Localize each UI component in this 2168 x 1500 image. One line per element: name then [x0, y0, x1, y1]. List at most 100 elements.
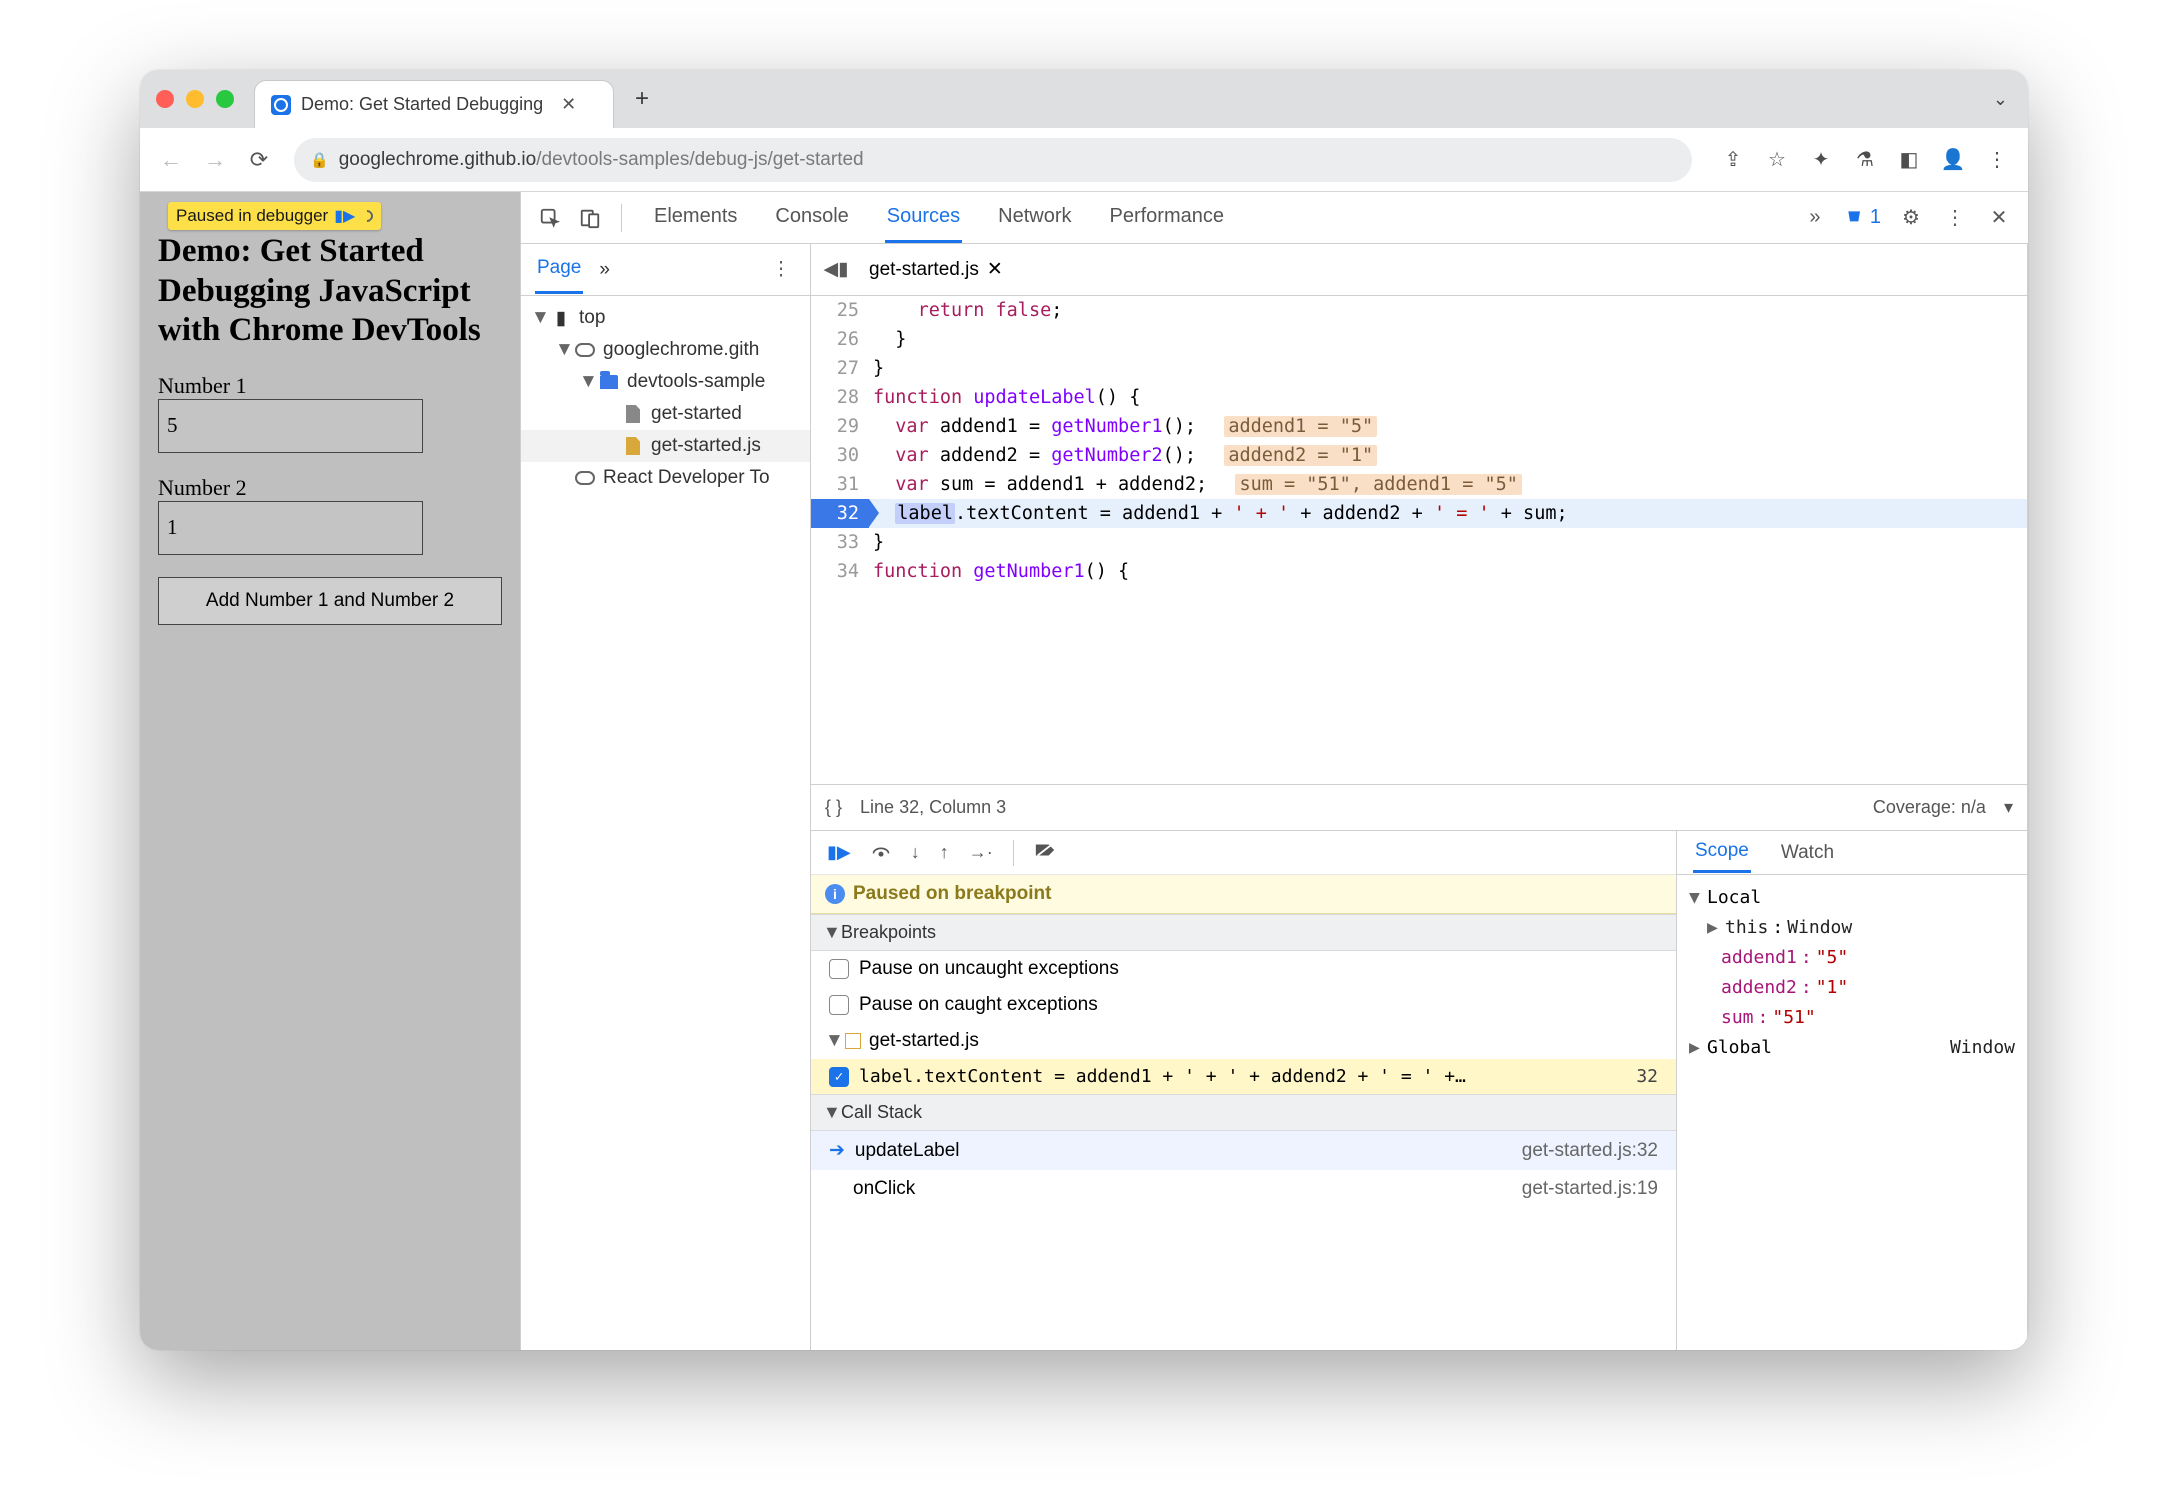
scope-variable[interactable]: sum: "51"	[1689, 1003, 2015, 1033]
minimize-window-button[interactable]	[186, 90, 204, 108]
tree-item[interactable]: get-started.js	[521, 430, 810, 462]
overlay-step-icon[interactable]	[359, 208, 376, 225]
toggle-navigator-icon[interactable]: ◀▮	[821, 255, 851, 285]
deactivate-breakpoints-button[interactable]	[1034, 842, 1056, 863]
breakpoint-entry[interactable]: ✓label.textContent = addend1 + ' + ' + a…	[811, 1059, 1676, 1094]
profile-icon[interactable]: 👤	[1934, 141, 1972, 179]
bookmark-icon[interactable]: ☆	[1758, 141, 1796, 179]
code-line[interactable]: 31 var sum = addend1 + addend2; sum = "5…	[811, 470, 2027, 499]
issues-badge[interactable]: 1	[1844, 205, 1882, 230]
devtools-tab-sources[interactable]: Sources	[885, 193, 962, 243]
new-tab-button[interactable]: +	[622, 79, 662, 119]
folder-icon	[599, 372, 619, 392]
step-over-button[interactable]	[871, 842, 891, 863]
code-line[interactable]: 34function getNumber1() {	[811, 557, 2027, 586]
code-line[interactable]: 32 label.textContent = addend1 + ' + ' +…	[811, 499, 2027, 528]
scope-global-header[interactable]: ▶GlobalWindow	[1689, 1033, 2015, 1063]
step-out-button[interactable]: ↑	[940, 842, 949, 863]
pretty-print-icon[interactable]: { }	[825, 797, 842, 818]
number2-input[interactable]	[158, 501, 423, 555]
paused-overlay: Paused in debugger ▮▶	[168, 202, 381, 230]
address-bar[interactable]: 🔒 googlechrome.github.io/devtools-sample…	[294, 138, 1692, 182]
breakpoints-section-header[interactable]: ▼Breakpoints	[811, 914, 1676, 951]
scope-local-header[interactable]: ▼Local	[1689, 883, 2015, 913]
devtools-tab-network[interactable]: Network	[996, 193, 1073, 243]
close-tab-icon[interactable]: ✕	[561, 94, 576, 115]
paused-reason-bar: i Paused on breakpoint	[811, 875, 1676, 914]
code-line[interactable]: 30 var addend2 = getNumber2(); addend2 =…	[811, 441, 2027, 470]
call-stack-frame[interactable]: ➔updateLabelget-started.js:32	[811, 1131, 1676, 1170]
window-controls	[156, 90, 234, 108]
devtools-tab-console[interactable]: Console	[773, 193, 850, 243]
add-button[interactable]: Add Number 1 and Number 2	[158, 577, 502, 625]
editor-tab[interactable]: get-started.js ✕	[863, 254, 1009, 285]
close-devtools-icon[interactable]: ✕	[1984, 203, 2014, 233]
extensions-icon[interactable]: ✦	[1802, 141, 1840, 179]
cursor-position: Line 32, Column 3	[860, 797, 1006, 818]
breakpoint-file-row[interactable]: ▼get-started.js	[811, 1023, 1676, 1059]
settings-icon[interactable]: ⚙	[1896, 203, 1926, 233]
scope-variable[interactable]: addend1: "5"	[1689, 943, 2015, 973]
page-title: Demo: Get Started Debugging JavaScript w…	[158, 232, 502, 351]
number1-input[interactable]	[158, 399, 423, 453]
call-stack-frame[interactable]: onClickget-started.js:19	[811, 1170, 1676, 1208]
scope-variable[interactable]: addend2: "1"	[1689, 973, 2015, 1003]
devtools-menu-icon[interactable]: ⋮	[1940, 203, 1970, 233]
browser-tab[interactable]: Demo: Get Started Debugging ✕	[254, 80, 614, 128]
checkbox-checked-icon[interactable]: ✓	[829, 1067, 849, 1087]
back-button[interactable]: ←	[152, 141, 190, 179]
scope-this-row[interactable]: ▶this: Window	[1689, 913, 2015, 943]
code-line[interactable]: 25 return false;	[811, 296, 2027, 325]
file-icon	[623, 404, 643, 424]
checkbox-icon[interactable]	[829, 959, 849, 979]
tree-item[interactable]: ▼▮top	[521, 302, 810, 334]
navigator-more-icon[interactable]: »	[597, 247, 612, 293]
reload-button[interactable]: ⟳	[240, 141, 278, 179]
share-icon[interactable]: ⇪	[1714, 141, 1752, 179]
navigator-menu-icon[interactable]: ⋮	[766, 255, 796, 285]
close-editor-tab-icon[interactable]: ✕	[987, 258, 1003, 281]
more-panels-icon[interactable]: »	[1800, 203, 1830, 233]
code-line[interactable]: 28function updateLabel() {	[811, 383, 2027, 412]
forward-button[interactable]: →	[196, 141, 234, 179]
scope-tab-scope[interactable]: Scope	[1693, 832, 1751, 873]
code-line[interactable]: 29 var addend1 = getNumber1(); addend1 =…	[811, 412, 2027, 441]
menu-icon[interactable]: ⋮	[1978, 141, 2016, 179]
devtools-tab-performance[interactable]: Performance	[1108, 193, 1227, 243]
tree-item[interactable]: ▼devtools-sample	[521, 366, 810, 398]
titlebar: Demo: Get Started Debugging ✕ + ⌄	[140, 70, 2028, 128]
debugger-left: ▮▶ ↓ ↑ →· i Paused on breakpoint	[811, 831, 1677, 1350]
coverage-dropdown-icon[interactable]: ▾	[2004, 797, 2013, 818]
js-icon	[623, 436, 643, 456]
pause-caught-checkbox-row[interactable]: Pause on caught exceptions	[811, 987, 1676, 1023]
tabs-menu-icon[interactable]: ⌄	[1993, 89, 2008, 110]
close-window-button[interactable]	[156, 90, 174, 108]
inspect-icon[interactable]	[535, 203, 565, 233]
labs-icon[interactable]: ⚗	[1846, 141, 1884, 179]
navigator-tab-page[interactable]: Page	[535, 245, 583, 294]
tree-item[interactable]: React Developer To	[521, 462, 810, 494]
callstack-section-header[interactable]: ▼Call Stack	[811, 1094, 1676, 1131]
devtools-tab-elements[interactable]: Elements	[652, 193, 739, 243]
scope-tab-watch[interactable]: Watch	[1779, 834, 1836, 872]
overlay-resume-icon[interactable]: ▮▶	[334, 206, 355, 226]
device-toggle-icon[interactable]	[575, 203, 605, 233]
step-button[interactable]: →·	[969, 842, 993, 863]
devtools-panel: Elements Console Sources Network Performance…	[520, 192, 2028, 1350]
checkbox-icon[interactable]	[829, 995, 849, 1015]
pause-uncaught-checkbox-row[interactable]: Pause on uncaught exceptions	[811, 951, 1676, 987]
tree-item[interactable]: ▼googlechrome.gith	[521, 334, 810, 366]
side-panel-icon[interactable]: ◧	[1890, 141, 1928, 179]
file-tree: ▼▮top▼googlechrome.gith▼devtools-sampleg…	[521, 296, 810, 500]
info-icon: i	[825, 884, 845, 904]
sources-navigator: Page » ⋮ ▼▮top▼googlechrome.gith▼devtool…	[521, 244, 811, 1350]
resume-button[interactable]: ▮▶	[827, 842, 851, 863]
code-line[interactable]: 33}	[811, 528, 2027, 557]
code-line[interactable]: 27}	[811, 354, 2027, 383]
code-editor[interactable]: 25 return false;26 }27}28function update…	[811, 296, 2027, 784]
maximize-window-button[interactable]	[216, 90, 234, 108]
browser-window: Demo: Get Started Debugging ✕ + ⌄ ← → ⟳ …	[140, 70, 2028, 1350]
tree-item[interactable]: get-started	[521, 398, 810, 430]
code-line[interactable]: 26 }	[811, 325, 2027, 354]
step-into-button[interactable]: ↓	[911, 842, 920, 863]
